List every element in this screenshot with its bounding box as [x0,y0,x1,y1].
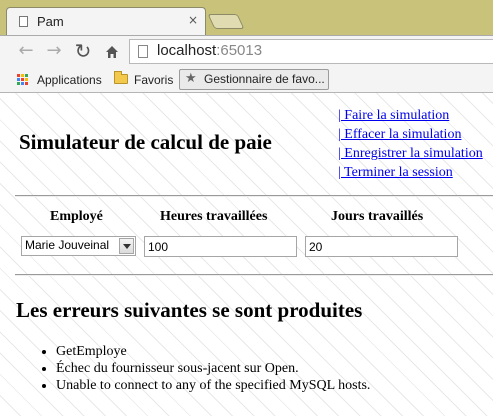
page-content: Simulateur de calcul de paie | Faire la … [0,93,493,416]
bookmark-label: Gestionnaire de favo... [204,72,325,86]
save-simulation-link[interactable]: | Enregistrer la simulation [338,144,483,163]
action-menu: | Faire la simulation | Effacer la simul… [338,106,483,182]
employee-header: Employé [50,209,103,224]
hours-header: Heures travaillées [160,209,268,224]
home-icon[interactable] [105,45,119,59]
divider [15,274,493,276]
clear-simulation-link[interactable]: | Effacer la simulation [338,125,483,144]
bookmark-label: Favoris [134,73,174,87]
url-text: localhost:65013 [157,42,262,59]
employee-select[interactable]: Marie Jouveinal [21,236,136,256]
bookmark-manager[interactable]: ★ Gestionnaire de favo... [179,69,329,90]
errors-title: Les erreurs suivantes se sont produites [16,298,363,322]
dropdown-button[interactable] [119,238,134,254]
error-item: GetEmploye [56,343,370,360]
page-icon [19,16,28,27]
bookmark-label: Applications [37,73,102,87]
bookmark-favoris[interactable]: Favoris [114,71,176,89]
employee-selected-value: Marie Jouveinal [25,238,110,252]
bookmarks-bar: Applications Favoris ★ Gestionnaire de f… [0,67,493,93]
page-icon [138,45,148,58]
url-host: localhost [157,42,217,59]
days-input[interactable] [305,236,458,257]
close-tab-icon[interactable]: × [188,13,198,27]
reload-icon[interactable]: ↻ [72,40,94,62]
address-bar[interactable]: localhost:65013 [129,39,493,64]
error-list: GetEmploye Échec du fournisseur sous-jac… [0,343,370,394]
bookmark-applications[interactable]: Applications [17,71,117,89]
end-session-link[interactable]: | Terminer la session [338,163,483,182]
tab-title: Pam [37,14,64,29]
folder-icon [114,71,128,84]
hours-input[interactable] [144,236,297,257]
error-item: Échec du fournisseur sous-jacent sur Ope… [56,360,370,377]
back-arrow-icon[interactable]: ← [15,40,37,62]
forward-arrow-icon[interactable]: → [43,40,65,62]
browser-toolbar: ← → ↻ localhost:65013 [0,35,493,68]
simulate-link[interactable]: | Faire la simulation [338,106,483,125]
apps-grid-icon [17,74,29,86]
days-header: Jours travaillés [331,209,424,224]
new-tab-button[interactable] [207,14,245,29]
tab-strip: Pam × [0,0,493,36]
browser-tab[interactable]: Pam × [6,7,206,36]
error-item: Unable to connect to any of the specifie… [56,377,370,394]
divider [15,195,493,197]
url-port: :65013 [216,42,263,59]
page-title: Simulateur de calcul de paie [19,130,272,154]
chevron-down-icon [123,244,131,249]
star-icon: ★ [185,71,197,86]
